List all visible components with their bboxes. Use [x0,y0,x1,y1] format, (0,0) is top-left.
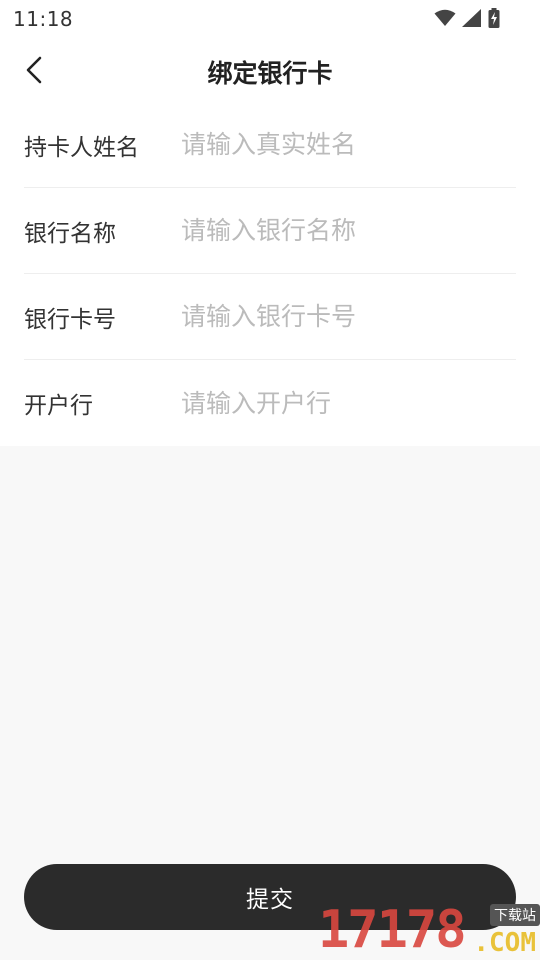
status-time: 11:18 [13,7,74,31]
status-icons [434,8,500,28]
signal-icon [462,9,481,27]
cardholder-name-input[interactable] [181,114,516,175]
page-title: 绑定银行卡 [207,59,333,88]
battery-charging-icon [488,8,500,28]
card-number-input[interactable] [181,286,516,347]
opening-branch-input[interactable] [181,373,516,433]
opening-branch-label: 开户行 [24,393,93,419]
card-number-row: 银行卡号 [24,274,516,360]
cardholder-name-row: 持卡人姓名 [24,102,516,188]
bank-name-input[interactable] [181,200,516,261]
nav-bar: 绑定银行卡 [0,38,540,102]
bank-name-label: 银行名称 [24,220,116,247]
watermark-digits: 17178 [318,900,467,960]
watermark-tag: 下载站 [490,904,540,926]
cardholder-name-label: 持卡人姓名 [24,134,139,161]
bank-card-form: 持卡人姓名 银行名称 银行卡号 开户行 [24,102,516,446]
bank-name-row: 银行名称 [24,188,516,274]
watermark-suffix: .COM [473,928,536,958]
card-number-label: 银行卡号 [24,306,116,333]
opening-branch-row: 开户行 [24,360,516,446]
wifi-icon [434,9,456,26]
bind-bank-card-screen: 11:18 绑定银行卡 持卡人姓名 请输入真实姓名 银行名称 请输入银行名称 银… [0,0,540,960]
status-bar: 11:18 [0,0,540,36]
watermark-logo: 17178 .COM 下载站 [318,900,540,960]
